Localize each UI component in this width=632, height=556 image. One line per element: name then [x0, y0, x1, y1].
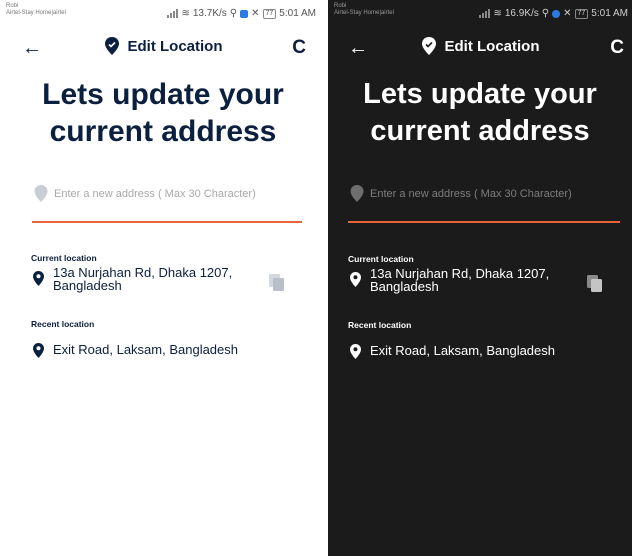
- recent-location-label: Recent location: [348, 320, 412, 330]
- address-input[interactable]: [54, 183, 294, 205]
- status-indicators: ≋ 13.7K/s ⚲ ✕ 77 5:01 AM: [167, 8, 316, 19]
- carrier-info: Robi Airtel-Stay Home|airtel: [334, 3, 454, 17]
- status-indicators: ≋ 16.9K/s ⚲ ✕ 77 5:01 AM: [479, 8, 628, 19]
- battery-icon: 77: [262, 8, 277, 19]
- recent-address: Exit Road, Laksam, Bangladesh: [370, 343, 555, 358]
- carrier-name: Robi: [334, 3, 347, 9]
- usb-icon: ⚲: [229, 8, 238, 19]
- dark-screen: Robi Airtel-Stay Home|airtel ≋ 16.9K/s ⚲…: [328, 0, 632, 556]
- headline-line-1: Lets update your: [42, 78, 284, 111]
- location-pin-icon: [350, 344, 361, 359]
- recent-location-label: Recent location: [31, 319, 95, 329]
- mute-icon: ✕: [251, 8, 260, 19]
- carrier-name: Robi: [6, 3, 19, 9]
- mute-icon: ✕: [563, 8, 572, 19]
- title-group: Edit Location: [328, 37, 632, 55]
- address-input[interactable]: [370, 183, 620, 205]
- location-pin-icon: [421, 37, 436, 55]
- location-pin-icon: [104, 37, 119, 55]
- app-bar: ← Edit Location C: [0, 36, 326, 62]
- wifi-icon: ≋: [493, 8, 502, 19]
- signal-icon: [167, 9, 179, 18]
- wifi-icon: ≋: [181, 8, 190, 19]
- recent-location-item[interactable]: Exit Road, Laksam, Bangladesh: [350, 344, 610, 359]
- refresh-icon[interactable]: C: [292, 36, 306, 60]
- address-search-field[interactable]: [32, 183, 302, 223]
- app-bar: ← Edit Location C: [328, 36, 632, 62]
- status-bar: Robi Airtel-Stay Home|airtel ≋ 16.9K/s ⚲…: [328, 0, 632, 32]
- headline-line-2: current address: [370, 115, 590, 147]
- location-pin-icon: [33, 343, 44, 358]
- app-notification-icon: [240, 9, 249, 18]
- net-speed: 13.7K/s: [192, 8, 227, 19]
- app-comparison: Robi Airtel-Stay Home|airtel ≋ 13.7K/s ⚲…: [0, 0, 632, 556]
- status-bar: Robi Airtel-Stay Home|airtel ≋ 13.7K/s ⚲…: [0, 0, 326, 32]
- headline-line-1: Lets update your: [363, 78, 597, 110]
- headline: Lets update your current address: [328, 76, 632, 150]
- location-pin-icon: [350, 185, 364, 202]
- current-location-item[interactable]: 13a Nurjahan Rd, Dhaka 1207, Bangladesh: [33, 266, 253, 292]
- recent-address: Exit Road, Laksam, Bangladesh: [53, 342, 238, 357]
- signal-icon: [479, 9, 491, 18]
- recent-location-item[interactable]: Exit Road, Laksam, Bangladesh: [33, 343, 293, 358]
- location-pin-icon: [33, 271, 44, 286]
- current-location-label: Current location: [31, 253, 97, 263]
- current-address: 13a Nurjahan Rd, Dhaka 1207, Bangladesh: [53, 265, 233, 293]
- page-title: Edit Location: [444, 37, 540, 55]
- copy-icon[interactable]: [586, 274, 604, 294]
- headline-line-2: current address: [49, 115, 277, 148]
- page-title: Edit Location: [127, 37, 223, 55]
- location-pin-icon: [350, 272, 361, 287]
- app-notification-icon: [552, 9, 561, 18]
- carrier-network: Airtel-Stay Home|airtel: [334, 10, 394, 16]
- title-group: Edit Location: [0, 37, 326, 55]
- status-time: 5:01 AM: [279, 8, 316, 19]
- battery-icon: 77: [574, 8, 589, 19]
- copy-icon[interactable]: [268, 273, 286, 293]
- status-time: 5:01 AM: [591, 8, 628, 19]
- net-speed: 16.9K/s: [504, 8, 539, 19]
- usb-icon: ⚲: [541, 8, 550, 19]
- headline: Lets update your current address: [0, 76, 326, 150]
- current-address: 13a Nurjahan Rd, Dhaka 1207, Bangladesh: [370, 266, 550, 294]
- carrier-info: Robi Airtel-Stay Home|airtel: [6, 3, 126, 17]
- address-search-field[interactable]: [348, 183, 620, 223]
- carrier-network: Airtel-Stay Home|airtel: [6, 10, 66, 16]
- refresh-icon[interactable]: C: [610, 36, 624, 60]
- light-screen: Robi Airtel-Stay Home|airtel ≋ 13.7K/s ⚲…: [0, 0, 326, 556]
- location-pin-icon: [34, 185, 48, 202]
- current-location-label: Current location: [348, 254, 414, 264]
- current-location-item[interactable]: 13a Nurjahan Rd, Dhaka 1207, Bangladesh: [350, 267, 570, 293]
